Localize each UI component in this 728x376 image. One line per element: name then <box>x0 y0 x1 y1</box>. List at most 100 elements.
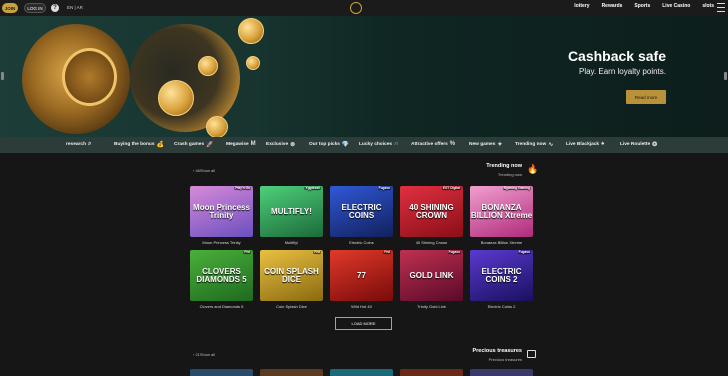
game-thumbnail[interactable]: COIN SPLASH DICE Fed <box>260 250 323 301</box>
read-more-button[interactable]: Read more <box>626 90 666 104</box>
flame-icon: 🔥 <box>527 164 539 174</box>
game-thumbnail[interactable]: GOLD LINK Fugaso <box>400 250 463 301</box>
category-label: research <box>66 142 87 147</box>
nav-live-casino[interactable]: Live Casino <box>662 3 690 9</box>
game-card[interactable]: ELECTRIC COINS 2 Fugaso Electric Coins 2 <box>470 250 533 309</box>
game-thumbnail-title: ELECTRIC COINS 2 <box>481 266 522 284</box>
game-card[interactable]: 77 Fed Wild Hot 40 <box>330 250 393 309</box>
category-exclusive[interactable]: Exclusive ⊛ <box>266 141 295 148</box>
game-card[interactable]: GOLD LINK Fugaso Trinity Gold Link <box>400 250 463 309</box>
category-lucky-choices[interactable]: Lucky choices ∩ <box>359 141 398 147</box>
treasure-chest-icon <box>527 350 536 358</box>
category-top-picks[interactable]: Our top picks 💎 <box>309 141 349 148</box>
game-name[interactable]: Wild Hot 40 <box>330 304 393 309</box>
provider-badge: Fed <box>383 250 391 255</box>
game-thumbnail-title: COIN SPLASH DICE <box>264 266 319 284</box>
game-thumb-peek[interactable] <box>330 369 393 376</box>
help-icon[interactable]: ? <box>51 4 59 12</box>
site-logo[interactable] <box>350 1 380 15</box>
trending-subtitle: Trending now <box>497 172 522 177</box>
game-thumbnail-title: Moon Princess Trinity <box>193 202 250 220</box>
game-name[interactable]: Electric Coins <box>330 240 393 245</box>
search-icon: ⌕ <box>88 141 92 147</box>
vault-image <box>22 24 130 134</box>
category-label: Exclusive <box>266 142 289 147</box>
provider-badge: Fed <box>243 250 251 255</box>
precious-subtitle: Precious treasures <box>488 357 522 362</box>
game-name[interactable]: Electric Coins 2 <box>470 304 533 309</box>
nav-lottery[interactable]: lottery <box>574 3 589 9</box>
exclusive-icon: ⊛ <box>290 142 296 148</box>
game-thumb-peek[interactable] <box>260 369 323 376</box>
game-card[interactable]: BONANZA BILLION Xtreme Bgaming Gaming Bona… <box>470 186 533 245</box>
category-research[interactable]: research ⌕ <box>66 141 91 148</box>
hero-title: Cashback safe <box>567 48 666 64</box>
nav-rewards[interactable]: Rewards <box>602 3 623 9</box>
game-thumbnail[interactable]: 40 SHINING CROWN EGT Digital <box>400 186 463 237</box>
game-card[interactable]: COIN SPLASH DICE Fed Coin Splash Dice <box>260 250 323 309</box>
game-thumbnail[interactable]: BONANZA BILLION Xtreme Bgaming Gaming <box>470 186 533 237</box>
game-name[interactable]: Clovers and Diamonds 5 <box>190 304 253 309</box>
category-trending-now[interactable]: Trending now ∿ <box>515 141 553 148</box>
coin-image <box>238 18 264 44</box>
game-name[interactable]: Multifly! <box>260 240 323 245</box>
login-button[interactable]: LOG IN <box>24 3 46 13</box>
game-card[interactable]: Moon Princess Trinity Play'n Go Moon Princ… <box>190 186 253 245</box>
game-card[interactable]: MULTIFLY! Yggdrasil Multifly! <box>260 186 323 245</box>
game-card[interactable]: ELECTRIC COINS Fugaso Electric Coins <box>330 186 393 245</box>
game-name[interactable]: Trinity Gold Link <box>400 304 463 309</box>
category-megawise[interactable]: Megawise M <box>226 141 256 147</box>
provider-badge: Fugaso <box>447 250 461 255</box>
money-bag-icon: 💰 <box>156 142 164 148</box>
rocket-icon: 🚀 <box>206 142 214 148</box>
hero-banner[interactable]: Cashback safe Play. Earn loyalty points.… <box>0 16 728 137</box>
category-live-blackjack[interactable]: Live Blackjack ♠ <box>566 141 604 147</box>
hamburger-icon[interactable] <box>717 3 725 12</box>
category-new-games[interactable]: New games ✦ <box>469 141 502 148</box>
logo-mark-icon <box>350 2 362 14</box>
game-thumb-peek[interactable] <box>470 369 533 376</box>
game-thumbnail[interactable]: Moon Princess Trinity Play'n Go <box>190 186 253 237</box>
game-thumbnail-title: ELECTRIC COINS <box>341 202 382 220</box>
precious-show-all[interactable]: ‹ 21Show all <box>193 352 215 357</box>
game-thumbnail[interactable]: CLOVERS DIAMONDS 5 Fed <box>190 250 253 301</box>
provider-badge: Bgaming Gaming <box>502 186 531 191</box>
game-card[interactable]: CLOVERS DIAMONDS 5 Fed Clovers and Diamond… <box>190 250 253 309</box>
category-bar: research ⌕ Buying the bonus 💰 Crash games 🚀… <box>0 137 728 153</box>
carousel-prev-icon[interactable] <box>1 72 4 80</box>
game-thumbnail-title: CLOVERS DIAMONDS 5 <box>196 266 247 284</box>
trending-icon: ∿ <box>548 142 554 148</box>
language-selector[interactable]: EN | AR <box>67 5 83 10</box>
nav-slots[interactable]: slots <box>702 3 714 9</box>
game-name[interactable]: Coin Splash Dice <box>260 304 323 309</box>
coin-image <box>198 56 218 76</box>
category-live-roulette[interactable]: Live Roulette ❂ <box>620 141 657 148</box>
game-name[interactable]: Moon Princess Trinity <box>190 240 253 245</box>
game-thumbnail-title: 40 SHINING CROWN <box>409 202 454 220</box>
nav-sports[interactable]: Sports <box>634 3 650 9</box>
game-thumb-peek[interactable] <box>190 369 253 376</box>
game-thumbnail[interactable]: ELECTRIC COINS 2 Fugaso <box>470 250 533 301</box>
roulette-icon: ❂ <box>652 142 658 148</box>
game-thumbnail[interactable]: 77 Fed <box>330 250 393 301</box>
provider-badge: Fugaso <box>377 186 391 191</box>
game-thumbnail[interactable]: ELECTRIC COINS Fugaso <box>330 186 393 237</box>
game-thumbnail[interactable]: MULTIFLY! Yggdrasil <box>260 186 323 237</box>
load-more-button[interactable]: LOAD MORE <box>335 317 392 330</box>
game-card[interactable]: 40 SHINING CROWN EGT Digital 40 Shining Cr… <box>400 186 463 245</box>
game-thumb-peek[interactable] <box>400 369 463 376</box>
category-label: Trending now <box>515 142 547 147</box>
coin-image <box>158 80 194 116</box>
game-thumbnail-title: MULTIFLY! <box>271 206 312 216</box>
horseshoe-icon: ∩ <box>394 141 399 147</box>
category-crash-games[interactable]: Crash games 🚀 <box>174 141 214 148</box>
game-name[interactable]: Bonanza Billion Xtreme <box>470 240 533 245</box>
game-name[interactable]: 40 Shining Crown <box>400 240 463 245</box>
category-attractive-offers[interactable]: Attractive offers% <box>411 141 455 147</box>
hero-subtitle: Play. Earn loyalty points. <box>578 67 666 76</box>
carousel-next-icon[interactable] <box>724 72 727 80</box>
category-buying-bonus[interactable]: Buying the bonus 💰 <box>114 141 164 148</box>
trending-show-all[interactable]: ‹ 46Show all <box>193 168 215 173</box>
join-button[interactable]: JOIN <box>2 3 18 13</box>
category-label: New games <box>469 142 496 147</box>
